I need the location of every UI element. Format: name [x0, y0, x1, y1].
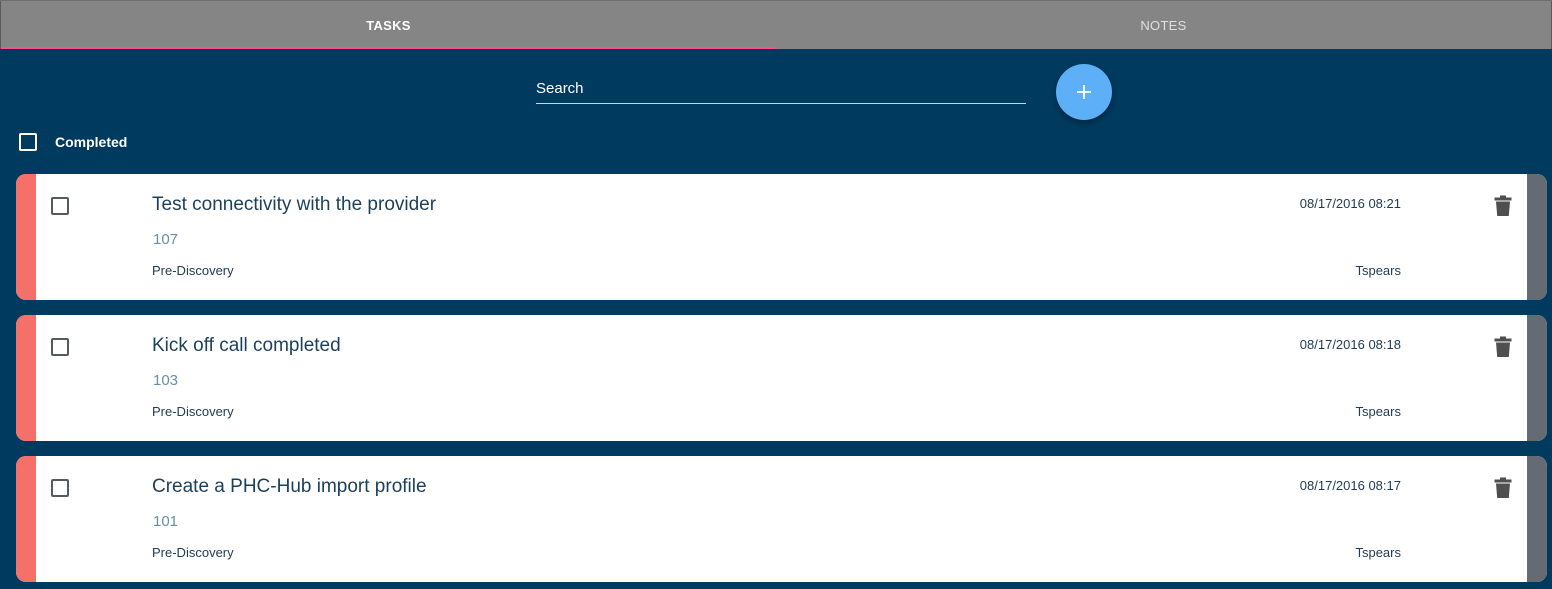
search-input[interactable]: [536, 74, 1026, 102]
task-date: 08/17/2016 08:17: [1299, 478, 1401, 493]
active-tab-indicator: [1, 47, 776, 49]
task-priority-stripe: [16, 315, 36, 441]
task-title: Test connectivity with the provider: [152, 194, 437, 215]
task-priority-stripe: [16, 174, 36, 300]
task-side-bar: [1527, 315, 1547, 441]
task-phase: Pre-Discovery: [152, 263, 234, 278]
tab-notes-label: NOTES: [1140, 17, 1187, 33]
task-side-bar: [1527, 174, 1547, 300]
search-field: [536, 74, 1026, 104]
completed-filter: Completed: [19, 133, 127, 151]
tab-notes[interactable]: NOTES: [776, 1, 1552, 49]
task-phase: Pre-Discovery: [152, 545, 234, 560]
task-date: 08/17/2016 08:21: [1299, 196, 1401, 211]
task-side-bar: [1527, 456, 1547, 582]
completed-filter-label: Completed: [55, 134, 128, 150]
task-owner: Tspears: [1355, 545, 1401, 560]
task-title: Kick off call completed: [152, 335, 341, 356]
trash-icon[interactable]: [1494, 336, 1512, 358]
add-task-button[interactable]: [1056, 64, 1112, 120]
task-owner: Tspears: [1355, 263, 1401, 278]
task-number: 101: [153, 513, 179, 530]
task-checkbox[interactable]: [51, 479, 69, 497]
trash-icon[interactable]: [1494, 195, 1512, 217]
tab-tasks-label: TASKS: [366, 17, 411, 33]
task-phase: Pre-Discovery: [152, 404, 234, 419]
task-card: Create a PHC-Hub import profile 101 Pre-…: [16, 456, 1547, 582]
completed-filter-checkbox[interactable]: [19, 133, 37, 151]
task-checkbox[interactable]: [51, 338, 69, 356]
task-owner: Tspears: [1355, 404, 1401, 419]
task-checkbox[interactable]: [51, 197, 69, 215]
task-priority-stripe: [16, 456, 36, 582]
plus-icon: [1077, 85, 1091, 99]
task-number: 107: [153, 231, 179, 248]
task-card: Kick off call completed 103 Pre-Discover…: [16, 315, 1547, 441]
tab-bar: TASKS NOTES: [0, 0, 1552, 49]
task-card: Test connectivity with the provider 107 …: [16, 174, 1547, 300]
task-title: Create a PHC-Hub import profile: [152, 476, 427, 497]
trash-icon[interactable]: [1494, 477, 1512, 499]
task-number: 103: [153, 372, 179, 389]
tab-tasks[interactable]: TASKS: [0, 1, 776, 49]
task-date: 08/17/2016 08:18: [1299, 337, 1401, 352]
